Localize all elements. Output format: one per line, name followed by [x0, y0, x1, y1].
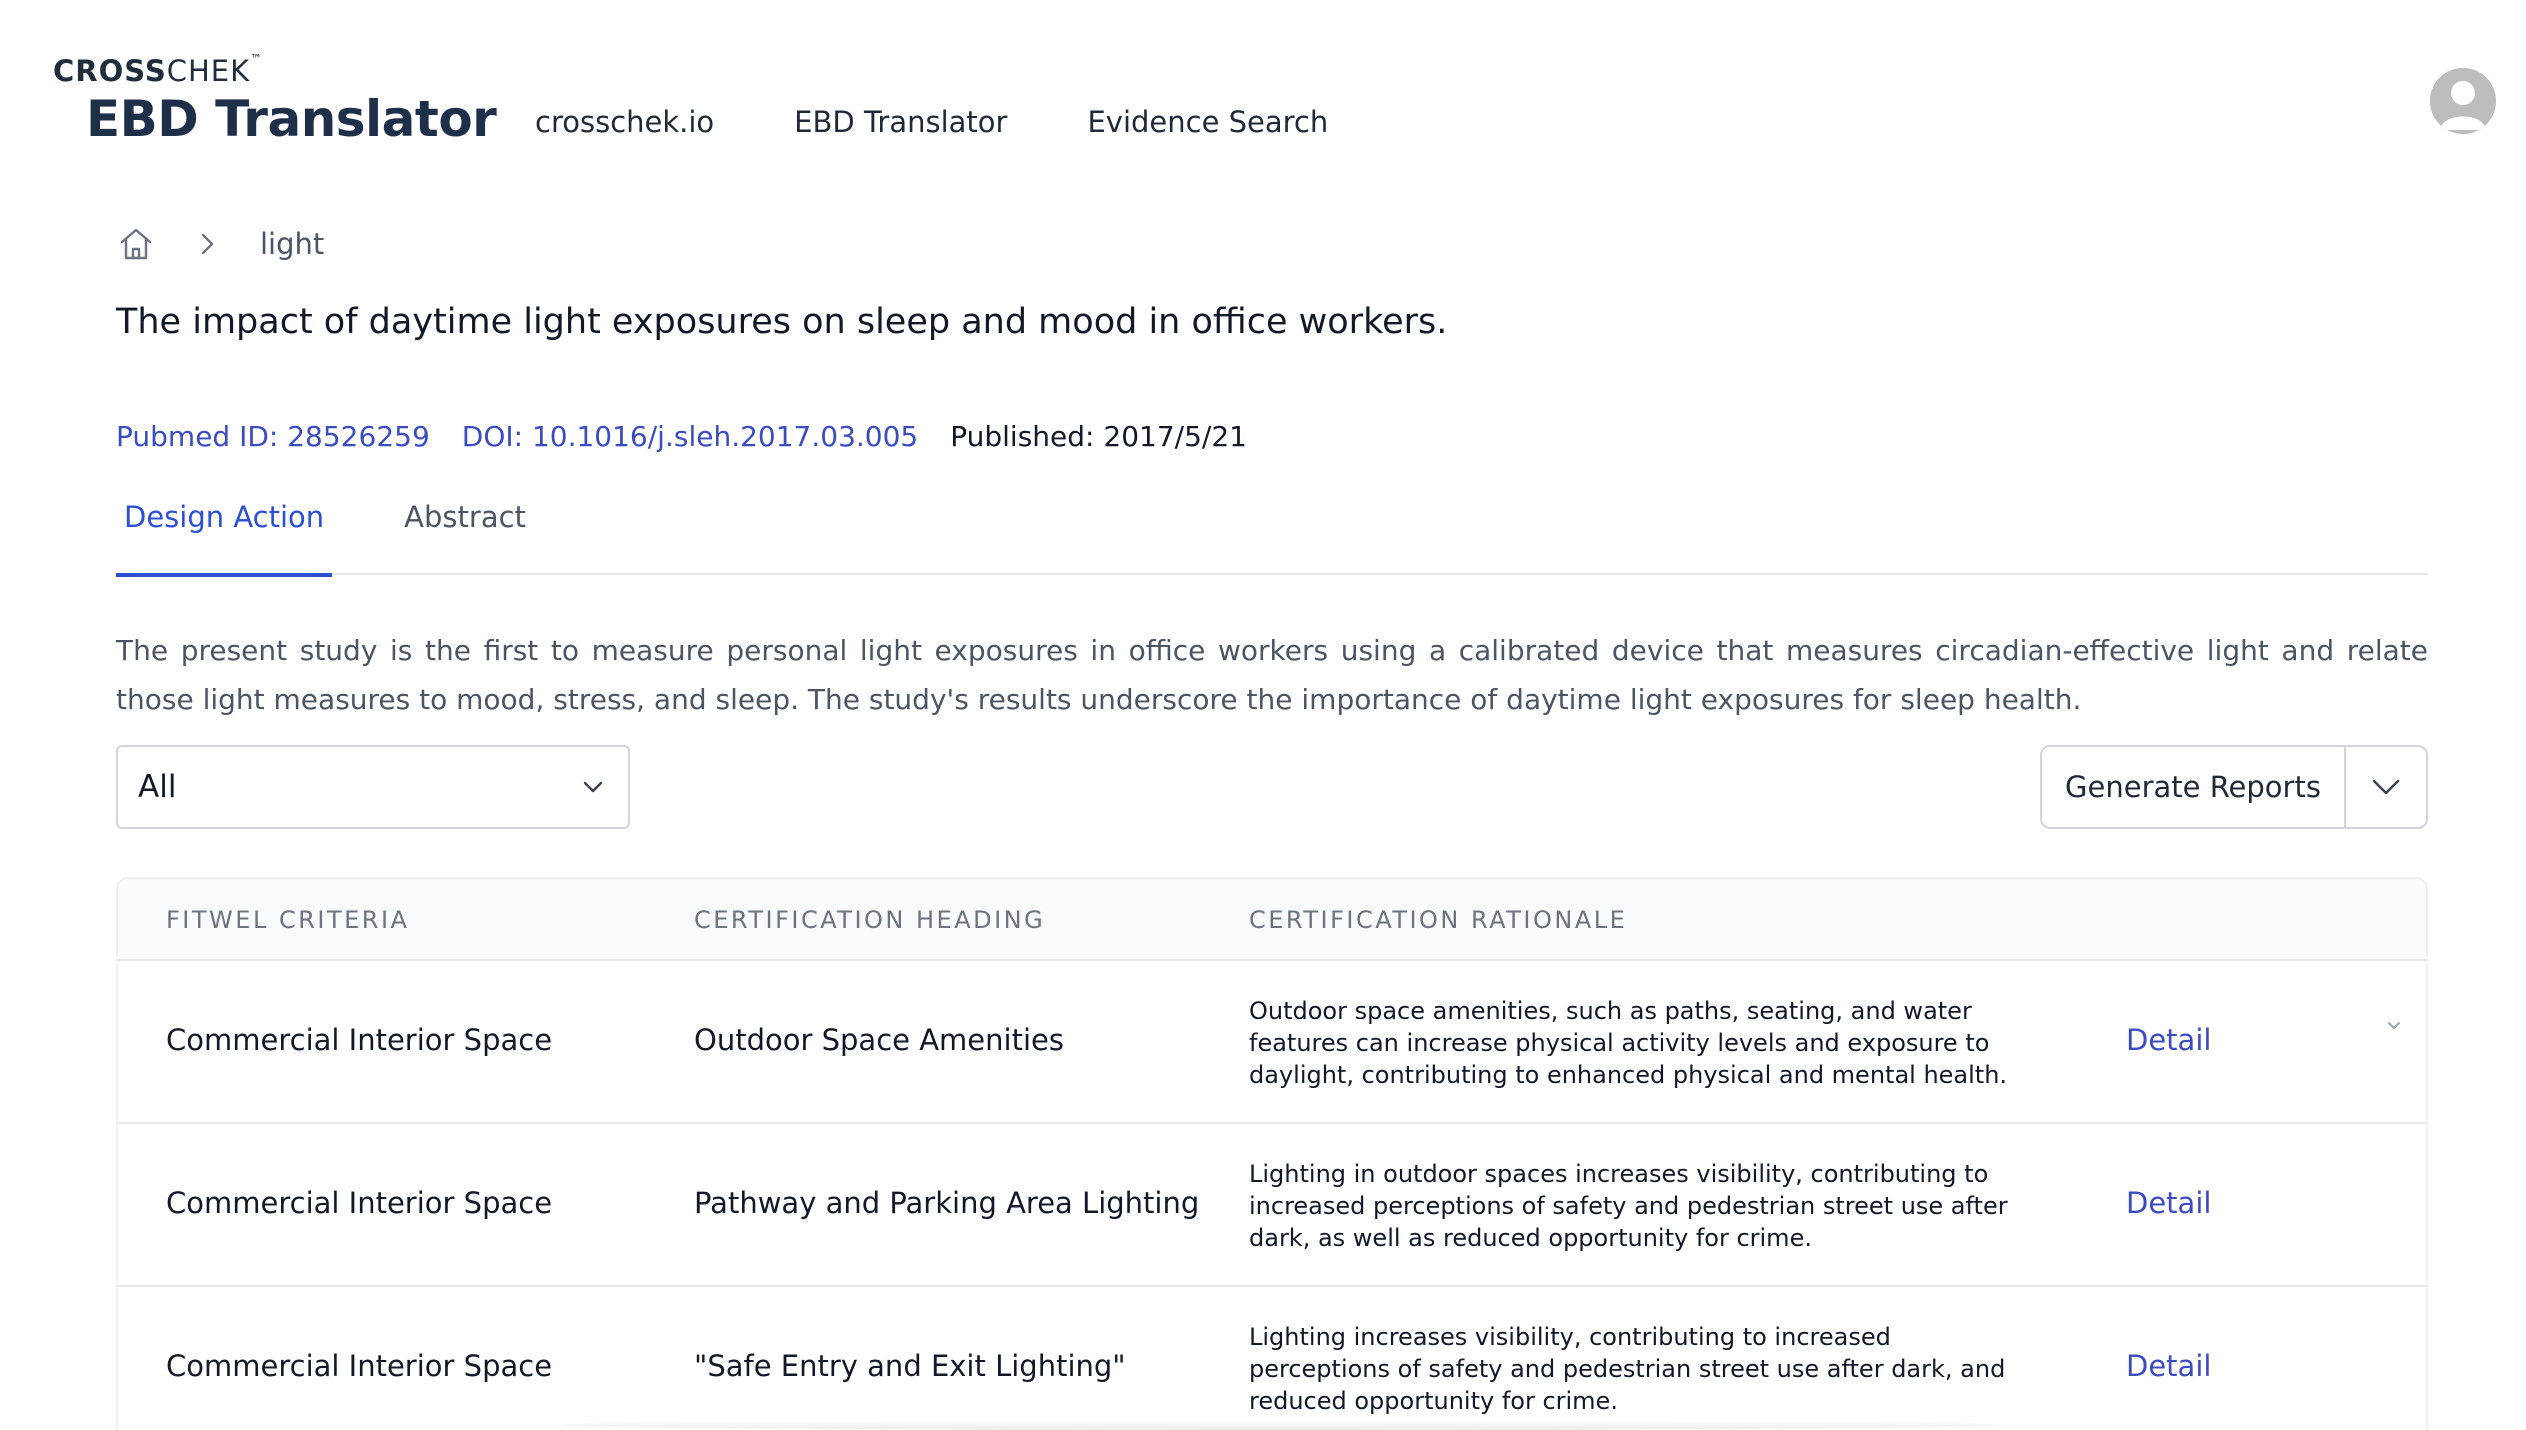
column-header-heading: CERTIFICATION HEADING [694, 906, 1046, 934]
study-summary: The present study is the first to measur… [116, 634, 2428, 716]
tab-bar: Design Action Abstract [116, 495, 2428, 577]
generate-reports-button[interactable]: Generate Reports [2042, 747, 2346, 827]
expand-chevron-icon[interactable] [2382, 1013, 2406, 1037]
detail-link[interactable]: Detail [2126, 1023, 2211, 1057]
column-header-criteria: FITWEL CRITERIA [166, 906, 410, 934]
chevron-down-icon [2372, 779, 2400, 795]
logo-light-text: CHEK [166, 54, 251, 88]
tab-design-action[interactable]: Design Action [116, 495, 333, 577]
detail-link[interactable]: Detail [2126, 1186, 2211, 1220]
table-row[interactable]: Commercial Interior Space "Safe Entry an… [118, 1287, 2426, 1430]
chevron-down-icon [583, 781, 603, 793]
table-row[interactable]: Commercial Interior Space Outdoor Space … [118, 961, 2426, 1124]
app-header: CROSSCHEK™ EBD Translator crosschek.io E… [0, 0, 2526, 180]
row-rationale: Lighting in outdoor spaces increases vis… [1249, 1160, 2008, 1252]
row-rationale: Outdoor space amenities, such as paths, … [1249, 997, 2008, 1089]
published-date: Published: 2017/5/21 [950, 420, 1247, 453]
column-header-rationale: CERTIFICATION RATIONALE [1249, 906, 1628, 934]
app-title[interactable]: EBD Translator [86, 90, 497, 148]
nav-crosschek-link[interactable]: crosschek.io [535, 105, 714, 139]
logo-bold-text: CROSS [53, 54, 167, 88]
breadcrumb: light [116, 222, 324, 266]
article-meta: Pubmed ID: 28526259 DOI: 10.1016/j.sleh.… [116, 420, 1247, 453]
trademark-mark: ™ [250, 52, 264, 66]
user-avatar-icon[interactable] [2430, 68, 2496, 134]
row-heading: "Safe Entry and Exit Lighting" [694, 1349, 1126, 1383]
table-header: FITWEL CRITERIA CERTIFICATION HEADING CE… [118, 879, 2426, 961]
tab-abstract[interactable]: Abstract [396, 495, 534, 575]
home-icon[interactable] [116, 224, 156, 264]
row-heading: Outdoor Space Amenities [694, 1023, 1064, 1057]
row-criteria: Commercial Interior Space [166, 1023, 553, 1057]
row-criteria: Commercial Interior Space [166, 1186, 553, 1220]
criteria-table: FITWEL CRITERIA CERTIFICATION HEADING CE… [116, 877, 2428, 1430]
doi-link[interactable]: DOI: 10.1016/j.sleh.2017.03.005 [462, 420, 918, 453]
row-heading: Pathway and Parking Area Lighting [694, 1186, 1200, 1220]
nav-ebd-translator-link[interactable]: EBD Translator [794, 105, 1007, 139]
chevron-right-icon [201, 233, 214, 255]
filter-selected-value: All [138, 769, 177, 805]
row-criteria: Commercial Interior Space [166, 1349, 553, 1383]
page-title: The impact of daytime light exposures on… [116, 302, 1448, 342]
top-nav: crosschek.io EBD Translator Evidence Sea… [535, 105, 1408, 139]
row-rationale: Lighting increases visibility, contribut… [1249, 1323, 2006, 1415]
filter-select[interactable]: All [116, 745, 630, 829]
detail-link[interactable]: Detail [2126, 1349, 2211, 1383]
nav-evidence-search-link[interactable]: Evidence Search [1087, 105, 1328, 139]
generate-reports-dropdown[interactable] [2346, 747, 2426, 827]
breadcrumb-current: light [260, 227, 325, 261]
crosschek-logo[interactable]: CROSSCHEK™ [53, 52, 264, 88]
scroll-shadow [560, 1420, 2000, 1430]
generate-reports-split-button: Generate Reports [2040, 745, 2428, 829]
pubmed-link[interactable]: Pubmed ID: 28526259 [116, 420, 430, 453]
table-row[interactable]: Commercial Interior Space Pathway and Pa… [118, 1124, 2426, 1287]
